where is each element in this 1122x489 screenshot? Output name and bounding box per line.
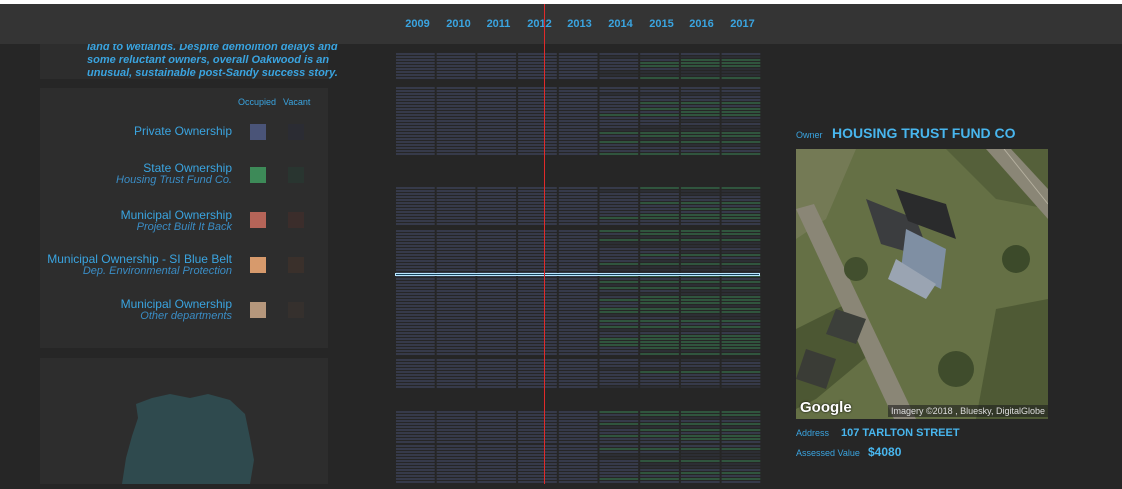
aerial-view [796, 149, 1048, 419]
neighborhood-shape [122, 394, 254, 484]
timeline-svg [396, 53, 761, 483]
legend-vacant-header: Vacant [283, 97, 311, 107]
legend-row-title: Private Ownership [133, 124, 232, 138]
legend-row-state[interactable]: State Ownership Housing Trust Fund Co. [40, 161, 328, 201]
intro-line: unusual, sustainable post-Sandy success … [87, 67, 338, 79]
year-label[interactable]: 2016 [681, 18, 722, 30]
intro-text-panel: land to wetlands. Despite demolition del… [40, 41, 338, 79]
map-attribution: Imagery ©2018 , Bluesky, DigitalGlobe [887, 405, 1048, 417]
legend-row-title: Municipal Ownership [120, 297, 232, 311]
legend-row-title: Municipal Ownership - SI Blue Belt [47, 252, 232, 266]
legend-row-subtitle: Other departments [140, 310, 232, 322]
legend-occupied-header: Occupied [238, 97, 277, 107]
owner-label: Owner [796, 130, 823, 140]
year-label[interactable]: 2010 [438, 18, 479, 30]
legend-row-subtitle: Project Built It Back [136, 221, 232, 233]
occupied-swatch [250, 212, 266, 228]
legend-row-title: Municipal Ownership [120, 208, 232, 222]
legend-row-blue-belt[interactable]: Municipal Ownership - SI Blue Belt Dep. … [40, 252, 328, 292]
year-label[interactable]: 2017 [722, 18, 763, 30]
satellite-image[interactable]: Google Imagery ©2018 , Bluesky, DigitalG… [796, 149, 1048, 419]
google-logo: Google [800, 399, 852, 416]
owner-value: HOUSING TRUST FUND CO [832, 125, 1016, 141]
year-label[interactable]: 2009 [397, 18, 438, 30]
address-label: Address [796, 428, 830, 438]
occupied-swatch [250, 302, 266, 318]
vacant-swatch [288, 302, 304, 318]
year-axis-bar: 2009 2010 2011 2012 2013 2014 2015 2016 … [0, 4, 1122, 44]
year-label[interactable]: 2012 [519, 18, 560, 30]
assessed-value: $4080 [868, 445, 902, 459]
year-label[interactable]: 2013 [559, 18, 600, 30]
address-value: 107 TARLTON STREET [841, 427, 960, 439]
ownership-legend: Occupied Vacant Private Ownership State … [40, 88, 328, 348]
vacant-swatch [288, 124, 304, 140]
assessed-value-label: Assessed Value [796, 448, 860, 458]
occupied-swatch [250, 167, 266, 183]
vacant-swatch [288, 257, 304, 273]
legend-row-municipal-other[interactable]: Municipal Ownership Other departments [40, 297, 328, 337]
year-label[interactable]: 2015 [641, 18, 682, 30]
neighborhood-map[interactable] [40, 358, 328, 484]
legend-row-title: State Ownership [143, 161, 232, 175]
intro-line: some reluctant owners, overall Oakwood i… [87, 54, 330, 66]
year-label[interactable]: 2014 [600, 18, 641, 30]
selected-property-row[interactable] [395, 273, 760, 276]
legend-row-municipal-built-it-back[interactable]: Municipal Ownership Project Built It Bac… [40, 208, 328, 248]
sandy-marker-line [544, 4, 545, 484]
occupied-swatch [250, 124, 266, 140]
year-label[interactable]: 2011 [478, 18, 519, 30]
legend-row-subtitle: Dep. Environmental Protection [82, 265, 232, 277]
legend-row-private[interactable]: Private Ownership [40, 124, 328, 164]
occupied-swatch [250, 257, 266, 273]
vacant-swatch [288, 212, 304, 228]
property-timeline[interactable] [395, 44, 761, 484]
legend-row-subtitle: Housing Trust Fund Co. [116, 174, 232, 186]
vacant-swatch [288, 167, 304, 183]
